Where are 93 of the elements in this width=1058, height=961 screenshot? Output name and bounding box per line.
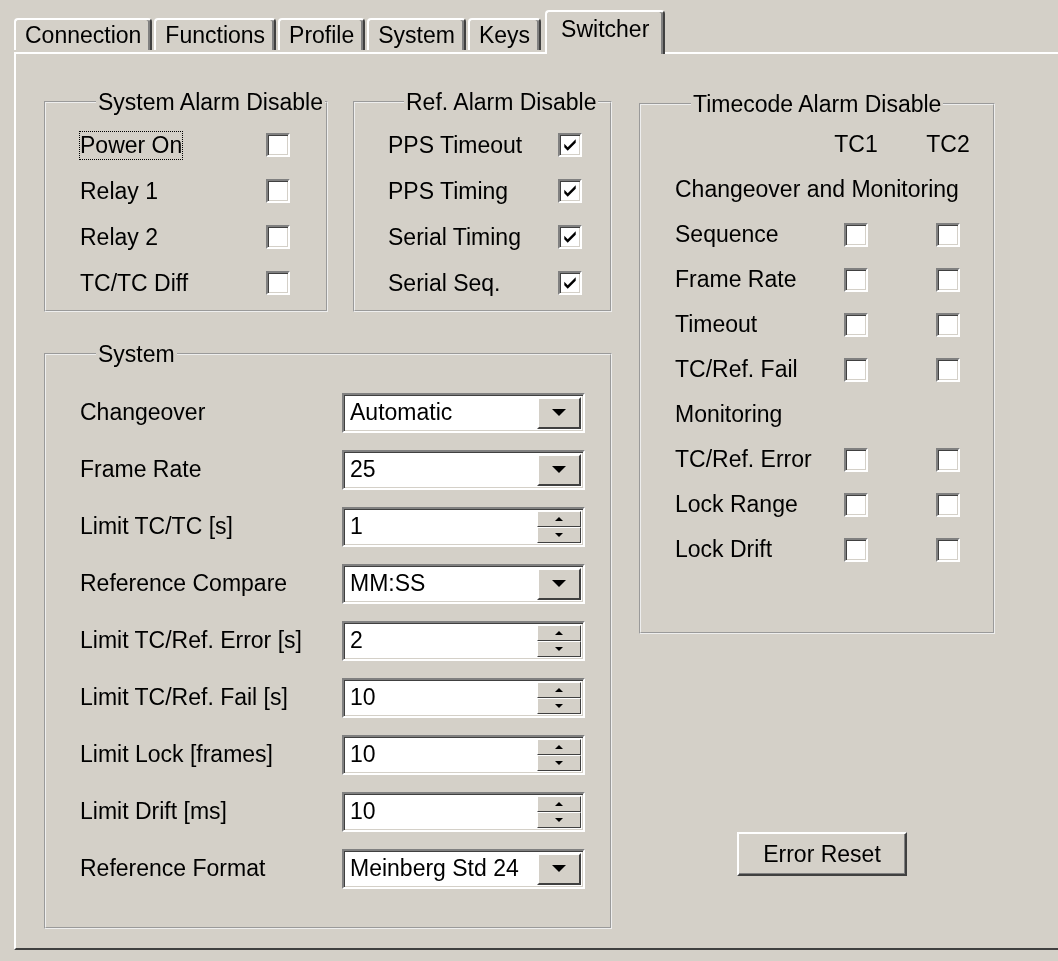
spin-up-button[interactable] xyxy=(537,681,581,698)
dropdown[interactable]: Meinberg Std 24 xyxy=(342,848,585,889)
dropdown[interactable]: 25 xyxy=(342,449,585,490)
checkbox[interactable] xyxy=(844,447,868,472)
section-heading: Monitoring xyxy=(675,400,784,429)
checkbox-label: TC/TC Diff xyxy=(80,269,189,297)
caret-up-icon xyxy=(555,630,563,635)
checkbox-label: TC/Ref. Error xyxy=(675,446,813,473)
checkbox-label: Frame Rate xyxy=(675,266,798,293)
field-label: Limit TC/Ref. Fail [s] xyxy=(80,684,289,711)
tab[interactable]: Keys xyxy=(467,18,542,50)
checkbox[interactable] xyxy=(266,225,290,249)
spin-field[interactable]: 2 xyxy=(342,620,585,661)
check-icon xyxy=(562,137,578,153)
caret-icon xyxy=(552,465,566,474)
caret-up-icon xyxy=(555,744,563,749)
field-label: Limit Drift [ms] xyxy=(80,798,228,825)
group-title: System xyxy=(97,342,176,366)
spin-up-button[interactable] xyxy=(537,738,581,755)
column-header: TC2 xyxy=(925,131,971,158)
check-icon xyxy=(562,275,578,291)
checkbox-label: Serial Timing xyxy=(388,223,522,251)
checkbox-label: Power On xyxy=(80,131,183,159)
checkbox[interactable] xyxy=(936,447,960,472)
group-title: System Alarm Disable xyxy=(97,90,324,114)
checkbox[interactable] xyxy=(558,271,582,295)
caret-down-icon xyxy=(555,532,563,537)
checkbox[interactable] xyxy=(844,312,868,337)
checkbox[interactable] xyxy=(844,537,868,562)
group-title: Timecode Alarm Disable xyxy=(692,92,943,116)
spin-up-button[interactable] xyxy=(537,624,581,641)
field-label: Limit Lock [frames] xyxy=(80,741,274,768)
error-reset-button[interactable]: Error Reset xyxy=(737,832,907,876)
field-label: Frame Rate xyxy=(80,456,203,483)
checkbox-label: TC/Ref. Fail xyxy=(675,356,799,383)
checkbox[interactable] xyxy=(936,267,960,292)
checkbox-label: Lock Drift xyxy=(675,536,774,563)
caret-down-icon xyxy=(555,703,563,708)
spin-up-button[interactable] xyxy=(537,510,581,527)
caret-icon xyxy=(552,408,566,417)
checkbox[interactable] xyxy=(844,357,868,382)
spin-field[interactable]: 1 xyxy=(342,506,585,547)
caret-down-icon xyxy=(555,760,563,765)
field-label: Changeover xyxy=(80,399,207,426)
caret-icon xyxy=(552,864,566,873)
spin-up-button[interactable] xyxy=(537,795,581,812)
tab[interactable]: Profile xyxy=(278,18,366,50)
field-label: Limit TC/Ref. Error [s] xyxy=(80,627,303,654)
checkbox-label: Sequence xyxy=(675,221,780,248)
field-label: Reference Format xyxy=(80,855,267,882)
checkbox-label: Serial Seq. xyxy=(388,269,502,297)
checkbox-label: Relay 2 xyxy=(80,223,158,251)
check-icon xyxy=(562,229,578,245)
checkbox[interactable] xyxy=(936,357,960,382)
checkbox-label: PPS Timeout xyxy=(388,131,524,159)
checkbox[interactable] xyxy=(558,179,582,203)
checkbox[interactable] xyxy=(558,225,582,249)
spin-field[interactable]: 10 xyxy=(342,734,585,775)
checkbox[interactable] xyxy=(558,133,582,157)
caret-up-icon xyxy=(555,801,563,806)
section-heading: Changeover and Monitoring xyxy=(675,176,960,203)
checkbox[interactable] xyxy=(936,222,960,247)
field-label: Limit TC/TC [s] xyxy=(80,513,234,540)
tab[interactable]: Connection xyxy=(14,18,153,50)
checkbox[interactable] xyxy=(844,222,868,247)
checkbox-label: Lock Range xyxy=(675,491,799,518)
group-title: Ref. Alarm Disable xyxy=(405,90,598,114)
checkbox[interactable] xyxy=(936,312,960,337)
spin-field[interactable]: 10 xyxy=(342,677,585,718)
checkbox-label: Relay 1 xyxy=(80,177,158,205)
checkbox-label: Timeout xyxy=(675,311,759,338)
checkbox[interactable] xyxy=(844,267,868,292)
caret-down-icon xyxy=(555,817,563,822)
dropdown[interactable]: MM:SS xyxy=(342,563,585,604)
dropdown[interactable]: Automatic xyxy=(342,392,585,433)
checkbox[interactable] xyxy=(266,179,290,203)
checkbox[interactable] xyxy=(844,492,868,517)
tab[interactable]: System xyxy=(367,18,466,50)
caret-up-icon xyxy=(555,687,563,692)
checkbox[interactable] xyxy=(936,492,960,517)
caret-down-icon xyxy=(555,646,563,651)
checkbox[interactable] xyxy=(266,133,290,157)
caret-up-icon xyxy=(555,516,563,521)
checkbox[interactable] xyxy=(266,271,290,295)
tab[interactable]: Switcher xyxy=(545,10,666,54)
spin-field[interactable]: 10 xyxy=(342,791,585,832)
checkbox-label: PPS Timing xyxy=(388,177,510,205)
field-label: Reference Compare xyxy=(80,570,289,597)
tab[interactable]: Functions xyxy=(154,18,277,50)
check-icon xyxy=(562,183,578,199)
column-header: TC1 xyxy=(833,131,879,158)
checkbox[interactable] xyxy=(936,537,960,562)
caret-icon xyxy=(552,579,566,588)
